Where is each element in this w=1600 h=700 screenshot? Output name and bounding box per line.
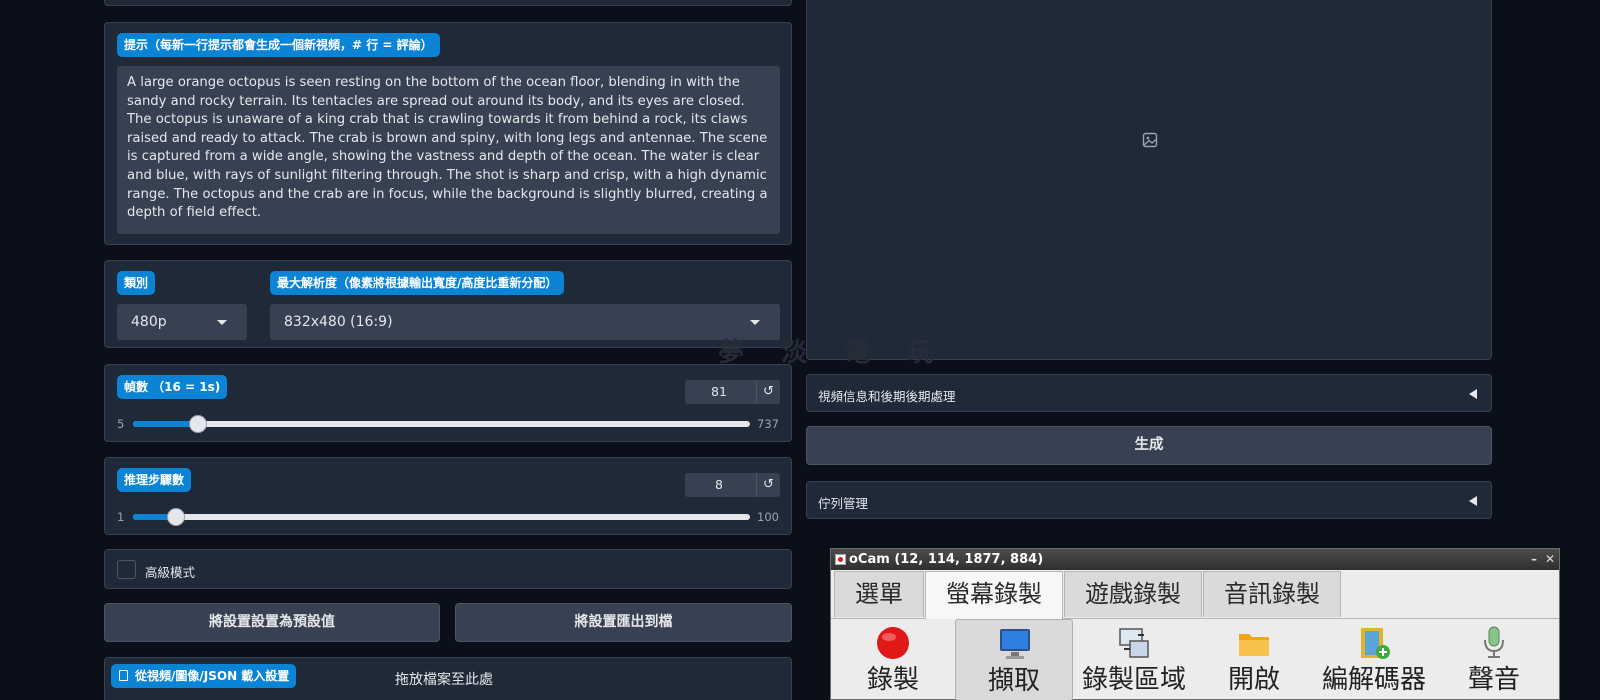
load-settings-label: 從視頻/圖像/JSON 載入設置	[111, 664, 297, 688]
ocam-sound-button[interactable]: 聲音	[1435, 619, 1553, 700]
watermark-text: 夢 淡 電 玩	[718, 338, 948, 368]
ocam-open-label: 開啟	[1227, 665, 1280, 695]
image-icon	[1142, 132, 1158, 148]
prompt-panel: 提示（每新一行提示都會生成一個新視頻，# 行 = 評論） A large ora…	[104, 22, 792, 245]
queue-accordion[interactable]: 佇列管理	[806, 481, 1492, 519]
reset-icon[interactable]: ↺	[756, 473, 780, 497]
chevron-down-icon	[217, 320, 227, 325]
frames-slider-thumb[interactable]	[188, 415, 207, 433]
minimize-icon[interactable]: –	[1531, 549, 1537, 569]
top-left-panel-edge	[104, 0, 792, 6]
video-info-label: 視頻信息和後期後期處理	[818, 389, 956, 404]
ocam-record-label: 錄製	[866, 665, 919, 695]
record-icon	[877, 627, 909, 659]
steps-value[interactable]: 8	[685, 473, 753, 497]
chevron-down-icon	[750, 320, 760, 325]
set-default-button[interactable]: 將設置設置為預設值	[104, 603, 440, 642]
steps-min: 1	[117, 510, 125, 524]
queue-label: 佇列管理	[818, 496, 869, 511]
load-settings-text: 從視頻/圖像/JSON 載入設置	[135, 669, 290, 683]
resolution-select[interactable]: 832x480 (16:9)	[270, 304, 780, 340]
steps-panel: 推理步驟數 8 ↺ 1 100	[104, 457, 792, 535]
collapse-arrow-icon	[1469, 389, 1477, 399]
frames-panel: 幀數 （16 = 1s) 81 ↺ 5 737	[104, 364, 792, 442]
category-select[interactable]: 480p	[117, 304, 247, 340]
resolution-panel: 類別 480p 最大解析度（像素將根據輸出寬度/高度比重新分配） 832x480…	[104, 260, 792, 348]
prompt-textarea[interactable]: A large orange octopus is seen resting o…	[117, 66, 780, 234]
drop-zone-text[interactable]: 拖放檔案至此處	[395, 669, 493, 689]
close-icon[interactable]: ✕	[1545, 549, 1555, 569]
ocam-window: oCam (12, 114, 1877, 884) – ✕ 選單 螢幕錄製 遊戲…	[830, 548, 1560, 700]
folder-icon	[1239, 634, 1269, 656]
frames-label: 幀數 （16 = 1s)	[117, 375, 228, 399]
ocam-codec-label: 編解碼器	[1321, 665, 1426, 695]
ocam-tab-screen-record[interactable]: 螢幕錄製	[925, 571, 1063, 619]
category-label: 類別	[117, 271, 156, 295]
ocam-app-icon	[835, 554, 846, 565]
generate-button[interactable]: 生成	[806, 426, 1492, 465]
video-info-accordion[interactable]: 視頻信息和後期後期處理	[806, 374, 1492, 412]
ocam-capture-label: 擷取	[987, 666, 1040, 696]
reset-icon[interactable]: ↺	[756, 380, 780, 404]
prompt-label: 提示（每新一行提示都會生成一個新視頻，# 行 = 評論）	[117, 33, 440, 57]
steps-max: 100	[757, 510, 779, 524]
ocam-open-button[interactable]: 開啟	[1195, 619, 1313, 700]
ocam-record-button[interactable]: 錄製	[834, 619, 952, 700]
steps-slider-thumb[interactable]	[167, 508, 186, 526]
collapse-arrow-icon	[1469, 496, 1477, 506]
file-icon	[119, 670, 128, 681]
frames-max: 737	[757, 417, 779, 431]
ocam-tab-menu[interactable]: 選單	[834, 571, 924, 617]
resolution-value: 832x480 (16:9)	[284, 314, 393, 330]
steps-slider[interactable]	[133, 508, 750, 526]
record-area-icon	[1119, 628, 1149, 658]
ocam-capture-button[interactable]: 擷取	[955, 619, 1073, 700]
ocam-tab-game-record[interactable]: 遊戲錄製	[1064, 571, 1202, 617]
monitor-icon	[1000, 629, 1030, 659]
advanced-panel: 高級模式	[104, 549, 792, 589]
ocam-record-area-button[interactable]: 錄製區域	[1075, 619, 1193, 700]
resolution-label: 最大解析度（像素將根據輸出寬度/高度比重新分配）	[270, 271, 565, 295]
ocam-title-bar[interactable]: oCam (12, 114, 1877, 884) – ✕	[831, 549, 1559, 570]
app-root: 提示（每新一行提示都會生成一個新視頻，# 行 = 評論） A large ora…	[0, 0, 1600, 700]
frames-slider[interactable]	[133, 415, 750, 433]
microphone-icon	[1484, 626, 1504, 658]
load-settings-panel: 從視頻/圖像/JSON 載入設置 拖放檔案至此處	[104, 657, 792, 700]
steps-label: 推理步驟數	[117, 468, 192, 492]
steps-number-input: 8 ↺	[685, 473, 780, 497]
export-settings-button[interactable]: 將設置匯出到檔	[455, 603, 792, 642]
ocam-tab-audio-record[interactable]: 音訊錄製	[1203, 571, 1341, 617]
advanced-checkbox[interactable]	[117, 560, 136, 579]
ocam-codec-button[interactable]: 編解碼器	[1315, 619, 1433, 700]
advanced-label: 高級模式	[145, 565, 196, 580]
frames-min: 5	[117, 417, 125, 431]
ocam-record-area-label: 錄製區域	[1081, 665, 1186, 695]
ocam-title-text: oCam (12, 114, 1877, 884)	[849, 552, 1044, 567]
codec-icon	[1361, 628, 1390, 659]
frames-number-input: 81 ↺	[685, 380, 780, 404]
frames-value[interactable]: 81	[685, 380, 753, 404]
ocam-sound-label: 聲音	[1467, 665, 1520, 695]
video-output-area	[806, 0, 1492, 360]
category-value: 480p	[131, 314, 167, 330]
